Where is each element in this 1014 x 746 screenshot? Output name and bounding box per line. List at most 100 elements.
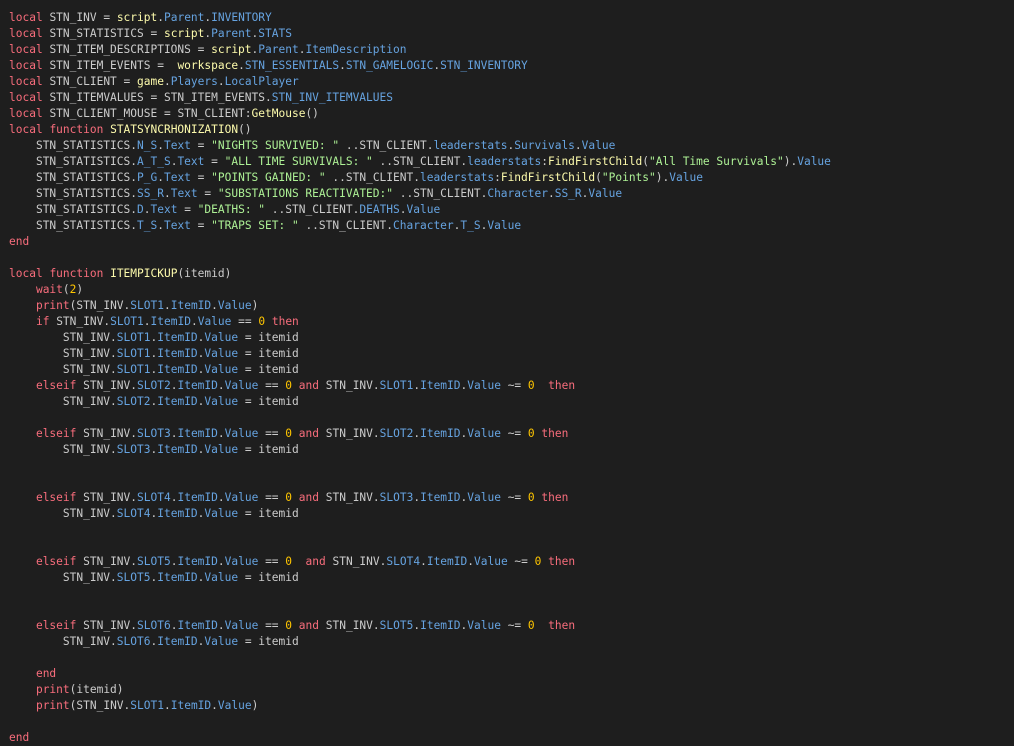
code-token: = <box>190 171 212 184</box>
code-line[interactable]: elseif STN_INV.SLOT2.ItemID.Value == 0 a… <box>9 378 575 394</box>
code-token: ItemID <box>170 699 212 712</box>
code-line[interactable]: local STN_ITEM_EVENTS = workspace.STN_ES… <box>9 58 528 74</box>
code-token: 0 <box>527 491 535 504</box>
code-line[interactable]: end <box>9 730 29 746</box>
code-line[interactable]: STN_STATISTICS.SS_R.Text = "SUBSTATIONS … <box>9 186 622 202</box>
code-line[interactable]: STN_STATISTICS.P_G.Text = "POINTS GAINED… <box>9 170 703 186</box>
code-token: ItemID <box>420 379 461 392</box>
code-line[interactable]: elseif STN_INV.SLOT5.ItemID.Value == 0 a… <box>9 554 575 570</box>
code-token: SLOT1 <box>116 331 151 344</box>
code-line[interactable]: STN_INV.SLOT6.ItemID.Value = itemid <box>9 634 299 650</box>
code-token: (itemid) <box>177 267 232 280</box>
code-line[interactable]: STN_STATISTICS.N_S.Text = "NIGHTS SURVIV… <box>9 138 615 154</box>
code-token: . <box>574 139 582 152</box>
code-line[interactable]: print(STN_INV.SLOT1.ItemID.Value) <box>9 298 258 314</box>
code-token: .. <box>298 219 319 232</box>
code-token: . <box>163 75 171 88</box>
code-token: . <box>163 299 171 312</box>
code-line[interactable]: local STN_INV = script.Parent.INVENTORY <box>9 10 272 26</box>
code-line[interactable]: print(STN_INV.SLOT1.ItemID.Value) <box>9 698 258 714</box>
code-token: print <box>35 299 70 312</box>
code-line[interactable]: local STN_CLIENT_MOUSE = STN_CLIENT:GetM… <box>9 106 319 122</box>
code-line[interactable]: if STN_INV.SLOT1.ItemID.Value == 0 then <box>9 314 299 330</box>
code-line[interactable]: STN_STATISTICS.T_S.Text = "TRAPS SET: " … <box>9 218 521 234</box>
code-line[interactable]: elseif STN_INV.SLOT6.ItemID.Value == 0 a… <box>9 618 575 634</box>
code-token: SLOT1 <box>116 363 151 376</box>
code-token: STN_INV <box>49 11 97 24</box>
code-line[interactable]: STN_INV.SLOT5.ItemID.Value = itemid <box>9 570 299 586</box>
code-line[interactable]: end <box>9 666 56 682</box>
code-token: . <box>130 139 137 152</box>
code-token: STN_INV <box>83 619 131 632</box>
code-token: Value <box>406 203 441 216</box>
code-line[interactable]: end <box>9 234 29 250</box>
code-token: Value <box>474 555 508 568</box>
code-line[interactable]: STN_INV.SLOT2.ItemID.Value = itemid <box>9 394 299 410</box>
code-line[interactable]: print(itemid) <box>9 682 124 698</box>
code-token: : <box>244 107 252 120</box>
code-editor[interactable]: local STN_INV = script. Parent. INVENTORY l… <box>0 0 1014 746</box>
code-line[interactable]: STN_STATISTICS.D.Text = "DEATHS: " ..STN… <box>9 202 440 218</box>
code-token: print <box>35 683 70 696</box>
code-token: and <box>298 491 319 504</box>
code-line[interactable]: wait(2) <box>9 282 83 298</box>
code-token: STN_CLIENT <box>285 203 353 216</box>
code-token: "All Time Survivals" <box>649 155 784 168</box>
code-line[interactable]: STN_INV.SLOT4.ItemID.Value = itemid <box>9 506 299 522</box>
code-line[interactable]: STN_INV.SLOT3.ItemID.Value = itemid <box>9 442 299 458</box>
code-line[interactable]: local STN_ITEM_DESCRIPTIONS = script.Par… <box>9 42 407 58</box>
code-token: . <box>163 187 171 200</box>
code-token: ItemID <box>177 491 218 504</box>
code-token: Value <box>669 171 703 184</box>
code-line[interactable]: local STN_ITEMVALUES = STN_ITEM_EVENTS.S… <box>9 90 393 106</box>
code-token: Value <box>581 139 616 152</box>
code-token: . <box>157 11 164 24</box>
code-token: STN_STATISTICS <box>35 203 131 216</box>
code-token: local <box>9 27 43 40</box>
code-token: leaderstats <box>419 171 495 184</box>
code-line[interactable]: elseif STN_INV.SLOT4.ItemID.Value == 0 a… <box>9 490 568 506</box>
code-line[interactable]: STN_STATISTICS.A_T_S.Text = "ALL TIME SU… <box>9 154 831 170</box>
code-token: . <box>372 379 380 392</box>
code-line[interactable]: local function ITEMPICKUP(itemid) <box>9 266 231 282</box>
code-token: Players <box>170 75 218 88</box>
code-line[interactable]: STN_INV.SLOT1.ItemID.Value = itemid <box>9 346 299 362</box>
code-token: T_S <box>137 219 158 232</box>
code-token: . <box>372 427 380 440</box>
code-token: local <box>9 267 43 280</box>
code-line[interactable]: local STN_STATISTICS = script.Parent.STA… <box>9 26 292 42</box>
code-token: STATS <box>258 27 292 40</box>
code-token: . <box>110 571 117 584</box>
code-line[interactable]: STN_INV.SLOT1.ItemID.Value = itemid <box>9 362 299 378</box>
code-line[interactable]: local function STATSYNCRHONIZATION() <box>9 122 252 138</box>
code-line[interactable]: STN_INV.SLOT1.ItemID.Value = itemid <box>9 330 299 346</box>
code-token: SLOT1 <box>130 299 164 312</box>
code-token: STN_INVENTORY <box>440 59 528 72</box>
code-token: . <box>420 555 427 568</box>
code-token: SLOT4 <box>386 555 421 568</box>
code-token: "Points" <box>601 171 656 184</box>
code-token: Parent <box>163 11 205 24</box>
code-token: () <box>305 107 319 120</box>
code-token: Value <box>204 635 239 648</box>
code-token: SLOT1 <box>116 347 151 360</box>
code-token: local <box>9 59 43 72</box>
code-token: T_S <box>460 219 481 232</box>
code-token: SLOT1 <box>130 699 164 712</box>
code-token: . <box>157 219 164 232</box>
code-line[interactable]: elseif STN_INV.SLOT3.ItemID.Value == 0 a… <box>9 426 568 442</box>
code-token: = <box>197 187 218 200</box>
code-line[interactable]: local STN_CLIENT = game.Players.LocalPla… <box>9 74 299 90</box>
code-token: ItemID <box>177 427 218 440</box>
code-token: workspace <box>177 59 239 72</box>
code-token: STN_INV <box>62 507 111 520</box>
